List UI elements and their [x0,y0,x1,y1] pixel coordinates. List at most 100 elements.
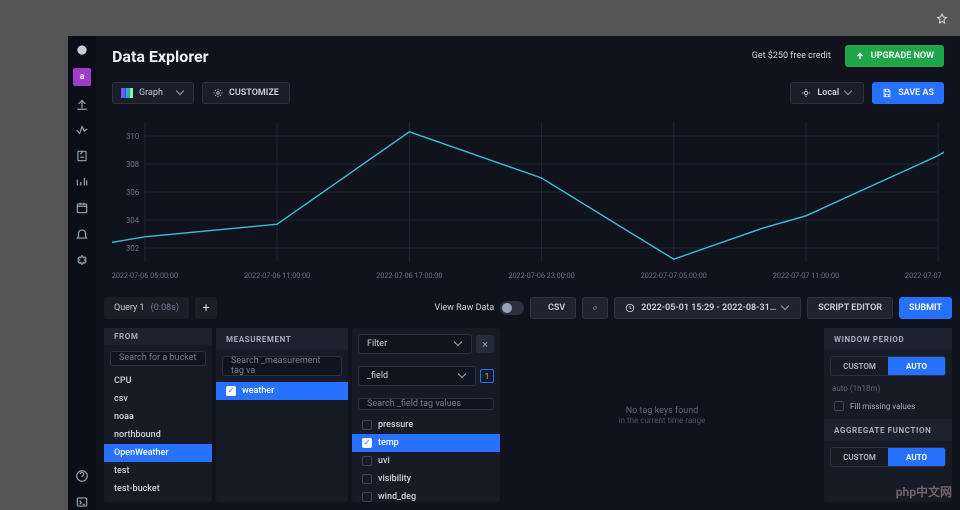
avatar[interactable]: a [73,68,91,86]
fill-missing-values[interactable]: Fill missing values [834,401,942,411]
list-item-label: csv [114,394,128,404]
svg-text:2022-07-06 11:00:00: 2022-07-06 11:00:00 [244,271,310,280]
list-item-label: visibility [378,474,411,484]
list-item[interactable]: CPU [104,372,212,390]
script-editor-button[interactable]: SCRIPT EDITOR [807,297,893,319]
list-item[interactable]: test [104,462,212,480]
time-range-select[interactable]: 2022-05-01 15:29 - 2022-08-31… [614,297,801,319]
alerts-icon[interactable] [74,226,90,242]
svg-text:2022-07-06 05:00:00: 2022-07-06 05:00:00 [112,271,178,280]
explore-icon[interactable] [74,122,90,138]
pin-icon[interactable] [936,10,948,22]
panel-measurement-title: MEASUREMENT [216,328,348,350]
svg-text:308: 308 [126,160,139,169]
list-item[interactable]: wind_deg [352,488,500,506]
page-title: Data Explorer [112,47,209,66]
svg-text:2022-07-07 17:00:00: 2022-07-07 17:00:00 [905,271,944,280]
toggle-switch[interactable] [500,301,524,315]
timezone-select[interactable]: Local [790,82,864,104]
logo-icon[interactable] [74,42,90,58]
panel-measurement: MEASUREMENT Search _measurement tag va w… [216,328,348,502]
visualization-select[interactable]: Graph [112,82,194,104]
list-item-label: wind_deg [378,492,416,502]
window-period-mode[interactable]: CUSTOM AUTO [830,356,946,376]
aggregate-title: AGGREGATE FUNCTION [824,419,952,441]
list-item[interactable]: csv [104,390,212,408]
list-item[interactable]: OpenWeather [104,444,212,462]
list-item[interactable]: weather [216,382,348,400]
submit-button[interactable]: SUBMIT [899,297,952,319]
query-tab[interactable]: Query 1 (0.08s) [104,297,189,319]
aggregate-mode[interactable]: CUSTOM AUTO [830,447,946,467]
svg-text:2022-07-07 11:00:00: 2022-07-07 11:00:00 [773,271,839,280]
list-item[interactable]: visibility [352,470,500,488]
window-auto-hint: auto (1h18m) [832,384,944,393]
filter-search[interactable]: Search _field tag values [358,398,494,410]
chevron-down-icon [782,304,790,312]
chart: 3023043063083102022-07-06 05:00:002022-0… [112,116,944,284]
terminal-icon[interactable] [74,494,90,510]
list-item-label: noaa [114,412,134,422]
upload-icon[interactable] [74,96,90,112]
save-as-button[interactable]: SAVE AS [872,82,944,104]
view-raw-data-toggle[interactable]: View Raw Data [434,301,524,315]
checkbox-icon [362,438,372,448]
list-item[interactable]: test-bucket [104,480,212,498]
panel-from-title: FROM [104,328,212,345]
tags-empty-text: No tag keys found [626,406,699,416]
chevron-down-icon [177,89,185,97]
list-item-label: test-bucket [114,484,160,494]
settings-icon[interactable] [74,252,90,268]
list-item[interactable]: northbound [104,426,212,444]
filter-field-select[interactable]: _field [358,366,476,386]
panel-window-period: WINDOW PERIOD CUSTOM AUTO auto (1h18m) F… [824,328,952,502]
checkbox-icon [834,401,844,411]
viz-toolbar: Graph CUSTOMIZE Local SAVE AS [96,76,960,110]
upgrade-button[interactable]: UPGRADE NOW [845,45,944,67]
aggregate-auto[interactable]: AUTO [888,448,945,466]
measurement-search[interactable]: Search _measurement tag va [222,356,342,376]
checkbox-icon [362,420,372,430]
add-query-button[interactable]: + [195,297,217,319]
filter-type-select[interactable]: Filter [358,334,472,354]
query-bar: Query 1 (0.08s) + View Raw Data CSV 2022… [104,294,952,322]
panel-filter: Filter × _field 1 Search _field tag valu… [352,328,500,502]
filter-list: pressure temp uvi visibility wind_deg [352,416,500,510]
remove-filter-button[interactable]: × [476,335,494,353]
svg-text:310: 310 [126,132,139,141]
measurement-list: weather [216,382,348,404]
checkbox-icon [362,456,372,466]
svg-text:2022-07-07 05:00:00: 2022-07-07 05:00:00 [641,271,707,280]
graph-type-icon [121,88,133,98]
credit-text: Get $250 free credit [752,51,831,61]
panel-tags-empty: No tag keys found in the current time ra… [504,328,820,502]
tasks-icon[interactable] [74,200,90,216]
help-icon[interactable] [74,468,90,484]
refresh-button[interactable] [582,297,608,319]
csv-button[interactable]: CSV [530,297,576,319]
list-item-label: pressure [378,420,413,430]
from-search[interactable]: Search for a bucket [110,351,206,367]
chevron-down-icon [459,372,467,380]
list-item[interactable]: pressure [352,416,500,434]
svg-text:2022-07-06 23:00:00: 2022-07-06 23:00:00 [508,271,574,280]
svg-text:2022-07-06 17:00:00: 2022-07-06 17:00:00 [376,271,442,280]
window-custom[interactable]: CUSTOM [831,357,888,375]
checkbox-icon [362,492,372,502]
list-item-label: uvi [378,456,390,466]
customize-button[interactable]: CUSTOMIZE [202,82,290,104]
chevron-down-icon [455,340,463,348]
notebook-icon[interactable] [74,148,90,164]
window-auto[interactable]: AUTO [888,357,945,375]
list-item-label: OpenWeather [114,448,169,458]
list-item[interactable]: temp [352,434,500,452]
dashboard-icon[interactable] [74,174,90,190]
list-item[interactable]: uvi [352,452,500,470]
aggregate-custom[interactable]: CUSTOM [831,448,888,466]
topbar: Data Explorer Get $250 free credit UPGRA… [96,36,960,76]
app-shell: a Data Explorer Get $250 free credit UPG… [70,36,960,510]
checkbox-icon [362,474,372,484]
list-item[interactable]: noaa [104,408,212,426]
from-list: CPU csv noaa northbound OpenWeather test test-… [104,372,212,502]
main: Data Explorer Get $250 free credit UPGRA… [96,36,960,510]
